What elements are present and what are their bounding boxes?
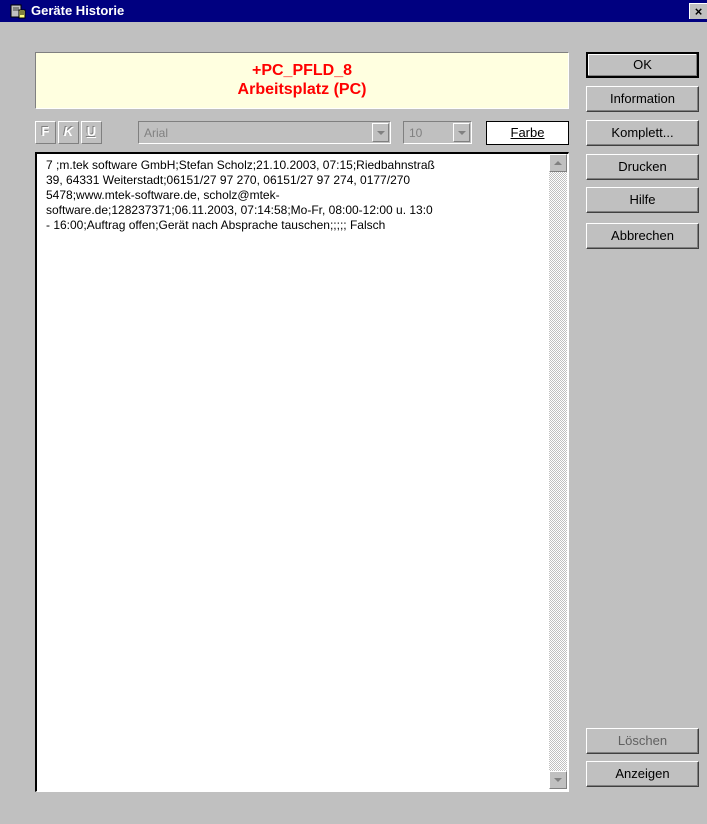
komplett-button[interactable]: Komplett...	[586, 120, 699, 146]
font-name-select[interactable]: Arial	[138, 121, 391, 144]
device-history-icon	[10, 4, 26, 19]
color-button-label: Farbe	[510, 125, 545, 140]
color-button[interactable]: Farbe	[486, 121, 569, 145]
device-id: +PC_PFLD_8	[251, 62, 353, 79]
device-type: Arbeitsplatz (PC)	[237, 81, 367, 98]
history-text-area[interactable]: 7 ;m.tek software GmbH;Stefan Scholz;21.…	[35, 152, 569, 792]
italic-button[interactable]: K	[58, 121, 79, 144]
chevron-down-icon[interactable]	[453, 123, 470, 142]
device-header-panel: +PC_PFLD_8 Arbeitsplatz (PC)	[35, 52, 569, 109]
vertical-scrollbar[interactable]	[549, 154, 567, 789]
text-line: software.de;128237371;06.11.2003, 07:14:…	[46, 203, 433, 217]
title-bar: Geräte Historie ×	[0, 0, 707, 22]
scroll-up-arrow-icon[interactable]	[549, 154, 567, 172]
text-line: 39, 64331 Weiterstadt;06151/27 97 270, 0…	[46, 173, 411, 187]
text-line: - 16:00;Auftrag offen;Gerät nach Absprac…	[46, 218, 386, 232]
help-button[interactable]: Hilfe	[586, 187, 699, 213]
show-button[interactable]: Anzeigen	[586, 761, 699, 787]
font-size-select[interactable]: 10	[403, 121, 472, 144]
close-button[interactable]: ×	[689, 3, 707, 19]
text-line: 5478;www.mtek-software.de, scholz@mtek-	[46, 188, 280, 202]
history-text: 7 ;m.tek software GmbH;Stefan Scholz;21.…	[46, 158, 544, 233]
cancel-button[interactable]: Abbrechen	[586, 223, 699, 249]
delete-button[interactable]: Löschen	[586, 728, 699, 754]
scroll-down-arrow-icon[interactable]	[549, 771, 567, 789]
window-title: Geräte Historie	[31, 3, 125, 18]
font-name-value: Arial	[144, 126, 169, 140]
ok-button[interactable]: OK	[586, 52, 699, 78]
underline-button[interactable]: U	[81, 121, 102, 144]
information-button[interactable]: Information	[586, 86, 699, 112]
bold-button[interactable]: F	[35, 121, 56, 144]
font-size-value: 10	[409, 126, 423, 140]
text-line: 7 ;m.tek software GmbH;Stefan Scholz;21.…	[46, 158, 435, 172]
print-button[interactable]: Drucken	[586, 154, 699, 180]
chevron-down-icon[interactable]	[372, 123, 389, 142]
